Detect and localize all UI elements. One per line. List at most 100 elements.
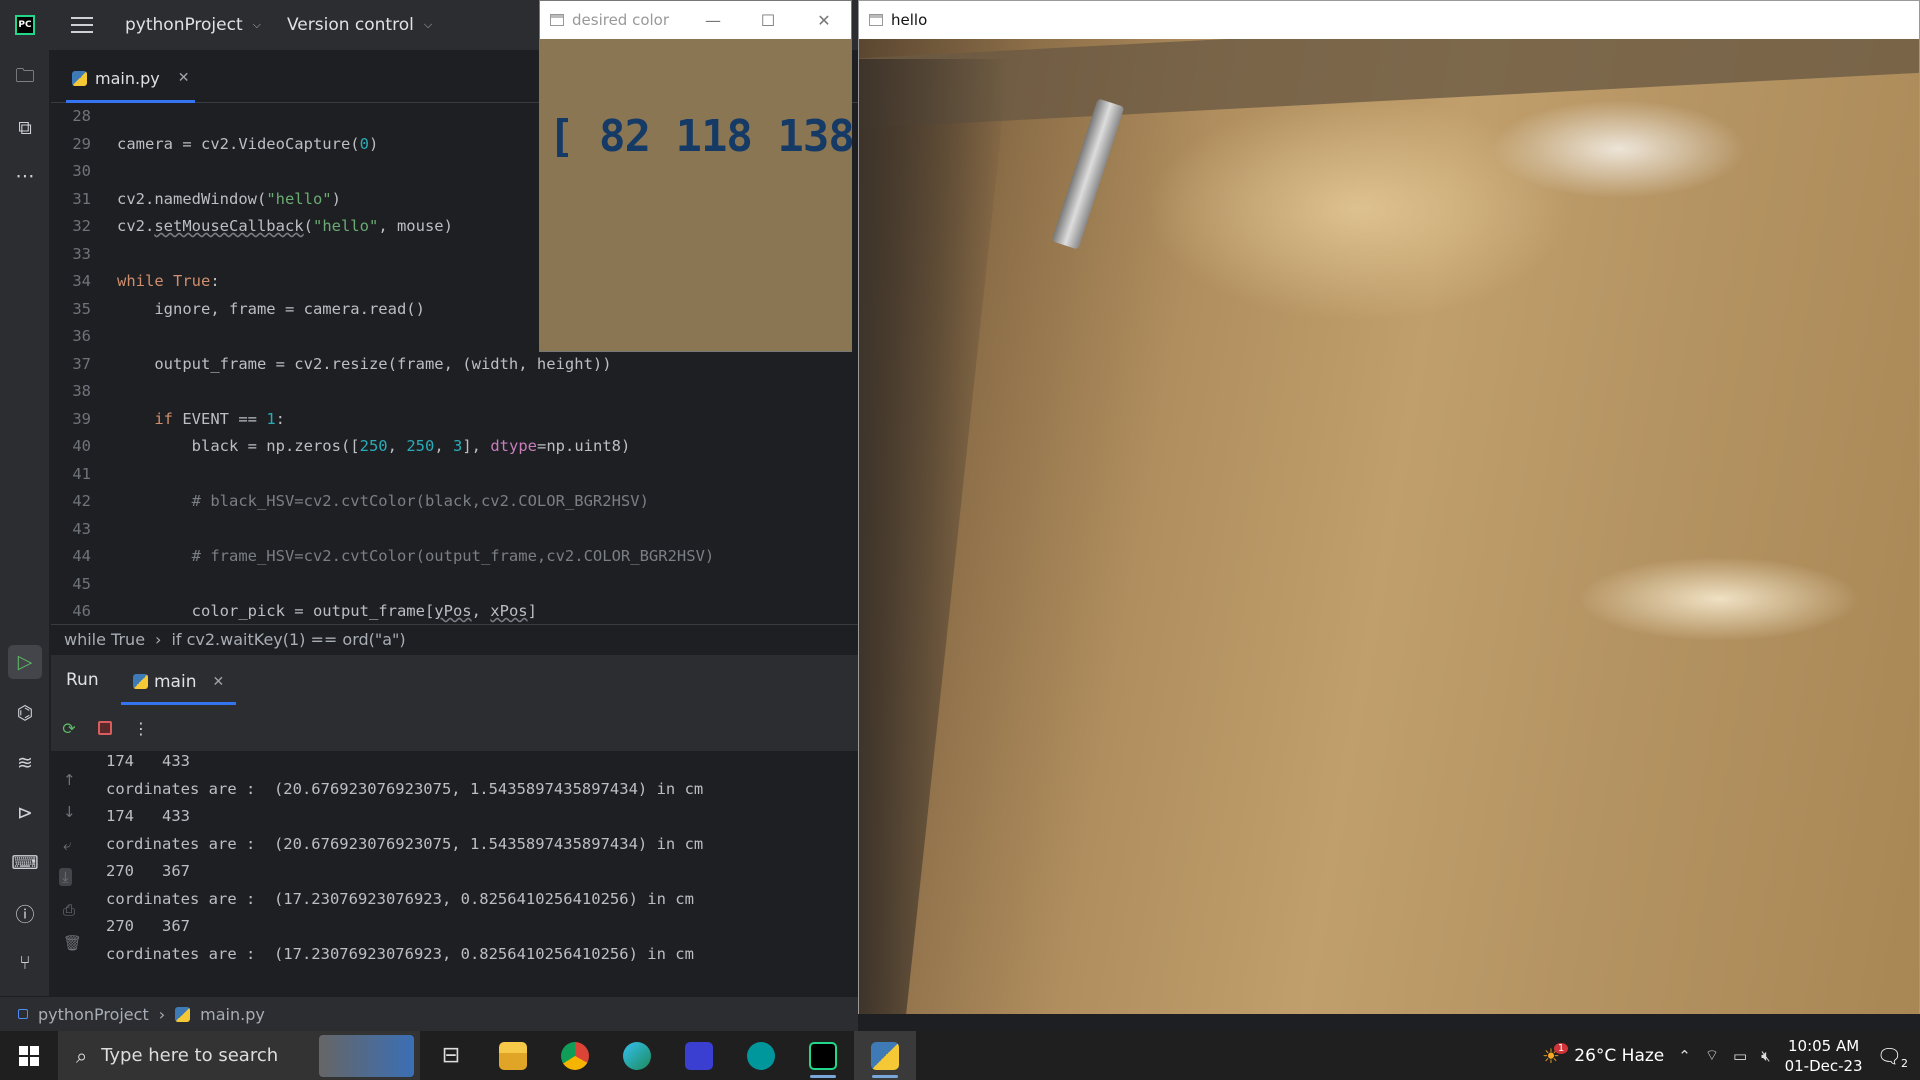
- system-tray: ☀ 1 26°C Haze ⌃ ⌔ ▭ 🔇︎ 10:05 AM 01-Dec-2…: [1542, 1031, 1920, 1080]
- line-number: 36: [72, 327, 91, 345]
- search-icon: ⌕: [76, 1043, 88, 1068]
- git-icon[interactable]: ⑂: [12, 950, 38, 976]
- code-text[interactable]: # frame_HSV=cv2.cvtColor(output_frame,cv…: [117, 544, 715, 568]
- code-text[interactable]: black = np.zeros([250, 250, 3], dtype=np…: [117, 434, 631, 458]
- code-line[interactable]: 41: [51, 462, 858, 486]
- breadcrumb-item[interactable]: while True: [64, 630, 145, 649]
- code-line[interactable]: 40 black = np.zeros([250, 250, 3], dtype…: [51, 434, 858, 458]
- more-icon[interactable]: ⋯: [12, 163, 38, 189]
- hello-window: hello: [858, 0, 1920, 1014]
- code-line[interactable]: 38: [51, 379, 858, 403]
- window-title: hello: [891, 11, 928, 29]
- structure-icon[interactable]: ⧉: [12, 115, 38, 141]
- project-menu-label: pythonProject: [125, 15, 243, 35]
- console-line: 174 433: [106, 752, 190, 770]
- arrow-down-icon[interactable]: ↓: [63, 803, 76, 821]
- line-number: 40: [72, 437, 91, 455]
- layers-icon[interactable]: ≋: [12, 750, 38, 776]
- line-number: 45: [72, 574, 91, 593]
- python-taskbar-icon[interactable]: [854, 1031, 916, 1080]
- tool-window-bar: 🗀 ⧉ ⋯ ▷ ⌬ ≋ ⊳ ⌨ ⓘ ⑂: [0, 50, 50, 1000]
- code-line[interactable]: 37 output_frame = cv2.resize(frame, (wid…: [51, 352, 858, 376]
- maximize-icon[interactable]: ☐: [740, 1, 796, 39]
- main-menu-icon[interactable]: [71, 17, 93, 33]
- code-line[interactable]: 44 # frame_HSV=cv2.cvtColor(output_frame…: [51, 544, 858, 568]
- rerun-icon[interactable]: ⟳: [59, 718, 79, 738]
- code-text[interactable]: color_pick = output_frame[yPos, xPos]: [117, 599, 537, 623]
- taskbar-search[interactable]: ⌕ Type here to search: [58, 1031, 420, 1080]
- code-text[interactable]: ignore, frame = camera.read(): [117, 297, 425, 321]
- volume-muted-icon[interactable]: 🔇︎: [1761, 1047, 1770, 1065]
- chrome-icon[interactable]: [544, 1031, 606, 1080]
- project-icon: [18, 1009, 28, 1019]
- arrow-up-icon[interactable]: ↑: [63, 771, 76, 789]
- line-number: 33: [72, 244, 91, 263]
- pycharm-taskbar-icon[interactable]: [792, 1031, 854, 1080]
- status-file[interactable]: main.py: [200, 1005, 265, 1024]
- hello-titlebar[interactable]: hello: [859, 1, 1919, 39]
- vcs-menu[interactable]: Version control ⌵: [287, 15, 432, 35]
- task-view-icon[interactable]: ⊟: [420, 1031, 482, 1080]
- pycharm-logo-icon: PC: [15, 15, 35, 35]
- run-icon[interactable]: ▷: [8, 645, 42, 679]
- start-button[interactable]: [0, 1031, 58, 1080]
- window-icon: [550, 14, 564, 26]
- project-menu[interactable]: pythonProject ⌵: [125, 15, 261, 35]
- code-text[interactable]: while True:: [117, 269, 220, 293]
- more-vertical-icon[interactable]: ⋮: [131, 718, 151, 738]
- code-text[interactable]: cv2.namedWindow("hello"): [117, 187, 341, 211]
- code-text[interactable]: if EVENT == 1:: [117, 407, 285, 431]
- python-console-icon[interactable]: ⌬: [12, 700, 38, 726]
- code-text[interactable]: cv2.setMouseCallback("hello", mouse): [117, 214, 453, 238]
- camera-feed[interactable]: [859, 39, 1919, 1014]
- print-icon[interactable]: ⎙: [63, 901, 75, 919]
- battery-icon[interactable]: ▭: [1733, 1047, 1747, 1065]
- app-icon[interactable]: [668, 1031, 730, 1080]
- edge-icon[interactable]: [606, 1031, 668, 1080]
- search-placeholder: Type here to search: [101, 1045, 279, 1066]
- code-line[interactable]: 39 if EVENT == 1:: [51, 407, 858, 431]
- folder-icon[interactable]: 🗀: [12, 65, 38, 91]
- arduino-icon[interactable]: [730, 1031, 792, 1080]
- code-text[interactable]: output_frame = cv2.resize(frame, (width,…: [117, 352, 611, 376]
- console-line: cordinates are : (20.676923076923075, 1.…: [106, 834, 704, 853]
- soft-wrap-icon[interactable]: ⤶: [63, 836, 71, 854]
- run-toolbar: ⟳ ⋮: [51, 705, 858, 751]
- code-line[interactable]: 46 color_pick = output_frame[yPos, xPos]: [51, 599, 858, 623]
- clock[interactable]: 10:05 AM 01-Dec-23: [1785, 1036, 1863, 1076]
- console-line: cordinates are : (20.676923076923075, 1.…: [106, 779, 704, 798]
- code-text[interactable]: camera = cv2.VideoCapture(0): [117, 132, 378, 156]
- terminal-icon[interactable]: ⌨: [11, 850, 38, 876]
- line-number: 39: [72, 409, 91, 428]
- minimize-icon[interactable]: —: [685, 1, 741, 39]
- tab-run-main[interactable]: main ✕: [121, 661, 237, 705]
- line-number: 41: [72, 464, 91, 483]
- chevron-up-icon[interactable]: ⌃: [1678, 1047, 1691, 1065]
- status-project[interactable]: pythonProject: [38, 1005, 149, 1024]
- problems-icon[interactable]: ⓘ: [12, 900, 38, 926]
- close-icon[interactable]: ✕: [796, 1, 852, 39]
- stop-icon[interactable]: [95, 718, 115, 738]
- tab-main-py[interactable]: main.py ✕: [66, 56, 196, 103]
- services-icon[interactable]: ⊳: [12, 800, 38, 826]
- line-number: 46: [72, 602, 91, 620]
- desired-color-titlebar[interactable]: desired color — ☐ ✕: [540, 1, 851, 39]
- close-icon[interactable]: ✕: [212, 674, 224, 690]
- code-line[interactable]: 43: [51, 517, 858, 541]
- weather-widget[interactable]: ☀ 1 26°C Haze: [1542, 1043, 1664, 1068]
- close-icon[interactable]: ✕: [178, 70, 190, 86]
- scroll-to-end-icon[interactable]: ⤓: [59, 868, 72, 886]
- wifi-icon[interactable]: ⌔: [1705, 1046, 1719, 1065]
- weather-badge: 1: [1553, 1043, 1569, 1054]
- file-explorer-icon[interactable]: [482, 1031, 544, 1080]
- breadcrumb-item[interactable]: if cv2.waitKey(1) == ord("a"): [171, 630, 405, 649]
- trash-icon[interactable]: 🗑: [63, 934, 82, 952]
- chevron-down-icon: ⌵: [423, 18, 433, 31]
- code-line[interactable]: 42 # black_HSV=cv2.cvtColor(black,cv2.CO…: [51, 489, 858, 513]
- console-output[interactable]: 174 433 cordinates are : (20.676923076923…: [106, 748, 856, 988]
- notifications-icon[interactable]: 🗨︎ 2: [1877, 1044, 1908, 1070]
- line-number: 34: [72, 272, 91, 290]
- code-line[interactable]: 45: [51, 572, 858, 596]
- code-text[interactable]: # black_HSV=cv2.cvtColor(black,cv2.COLOR…: [117, 489, 649, 513]
- window-title: desired color: [572, 11, 670, 29]
